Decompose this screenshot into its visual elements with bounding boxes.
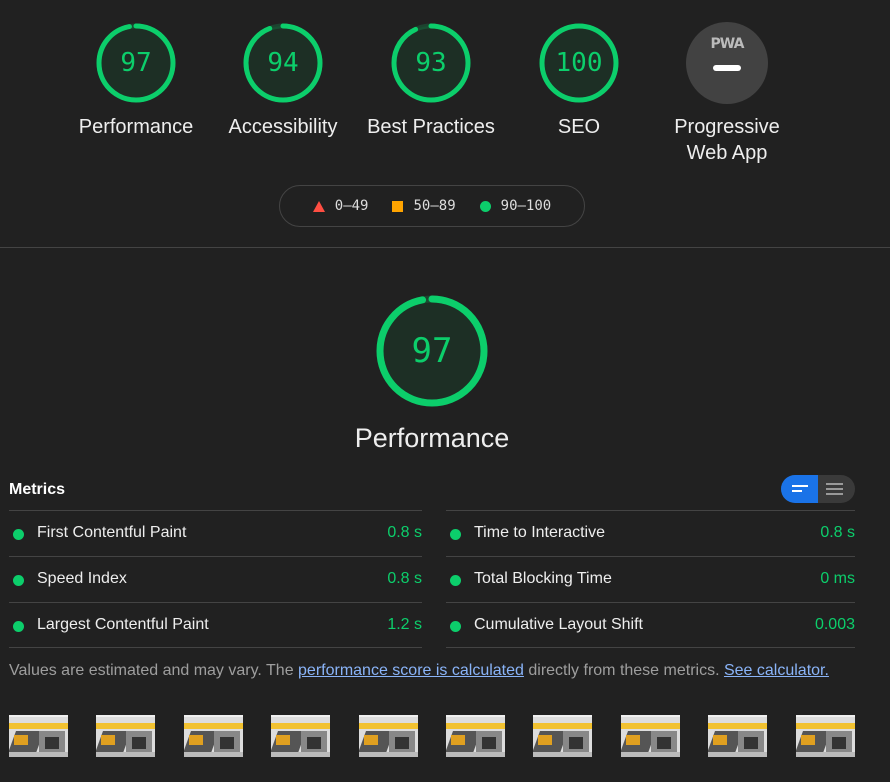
pwa-label-line2: Web App bbox=[686, 142, 768, 164]
metric-name: Time to Interactive bbox=[474, 524, 606, 541]
filmstrip-frame bbox=[96, 715, 156, 757]
metrics-right-column: Time to Interactive 0.8 s Total Blocking… bbox=[446, 510, 855, 648]
legend-average: 50–89 bbox=[392, 198, 456, 214]
filmstrip-frame bbox=[183, 715, 243, 757]
filmstrip-frame bbox=[795, 715, 855, 757]
note-text: Values are estimated and may vary. The bbox=[9, 662, 299, 679]
score-ring: 100 bbox=[538, 22, 620, 104]
legend-average-label: 50–89 bbox=[413, 198, 456, 214]
gauge-score: 100 bbox=[555, 48, 603, 78]
metric-value: 0.8 s bbox=[387, 570, 422, 587]
gauge-score: 94 bbox=[267, 48, 299, 78]
gauge-label: SEO bbox=[557, 116, 601, 138]
filmstrip-frame bbox=[620, 715, 680, 757]
pass-icon bbox=[13, 621, 24, 632]
metric-name: Speed Index bbox=[37, 570, 127, 587]
gauge-label: Best Practices bbox=[367, 116, 495, 138]
main-score-label: Performance bbox=[354, 423, 510, 453]
metric-row: Cumulative Layout Shift 0.003 bbox=[446, 602, 855, 648]
gauge-seo[interactable]: 100 SEO bbox=[509, 22, 649, 140]
metric-name: Total Blocking Time bbox=[474, 570, 612, 587]
metric-value: 0.003 bbox=[814, 616, 855, 633]
gauge-score: 93 bbox=[415, 48, 447, 78]
list-icon bbox=[826, 483, 843, 485]
score-calculated-link[interactable]: performance score is calculated bbox=[298, 662, 524, 679]
gauge-best-practices[interactable]: 93 Best Practices bbox=[361, 22, 501, 140]
circle-icon bbox=[479, 200, 491, 212]
metric-name: Cumulative Layout Shift bbox=[474, 616, 643, 633]
pass-icon bbox=[13, 529, 24, 540]
pwa-label-line1: Progressive bbox=[674, 116, 780, 138]
pwa-badge: PWA bbox=[686, 22, 768, 104]
legend-pass: 90–100 bbox=[479, 198, 552, 214]
metric-row: First Contentful Paint 0.8 s bbox=[9, 510, 422, 556]
filmstrip-frame bbox=[446, 715, 505, 757]
gauge-pwa[interactable]: PWA Progressive Web App bbox=[657, 22, 797, 166]
metrics-view-toggle[interactable] bbox=[781, 475, 855, 503]
pwa-logo-icon: PWA bbox=[710, 36, 745, 52]
lines-icon bbox=[792, 485, 808, 487]
gauge-accessibility[interactable]: 94 Accessibility bbox=[213, 22, 353, 140]
pwa-dash-icon bbox=[713, 65, 741, 71]
score-ring: 93 bbox=[390, 22, 472, 104]
list-icon-part bbox=[826, 493, 843, 495]
gauge-score: 97 bbox=[120, 48, 152, 78]
score-ring: 97 bbox=[95, 22, 177, 104]
metric-row: Total Blocking Time 0 ms bbox=[446, 556, 855, 602]
main-score: 97 bbox=[411, 331, 453, 371]
score-legend: 0–49 50–89 90–100 bbox=[279, 185, 585, 227]
gauge-label: Performance bbox=[78, 116, 194, 138]
main-score-gauge: 97 bbox=[375, 294, 489, 408]
list-icon-part bbox=[826, 488, 843, 490]
compact-view-button[interactable] bbox=[781, 475, 818, 503]
square-icon bbox=[392, 200, 404, 212]
metrics-left-column: First Contentful Paint 0.8 s Speed Index… bbox=[9, 510, 422, 648]
gauge-performance[interactable]: 97 Performance bbox=[66, 22, 206, 140]
lines-icon-part bbox=[792, 490, 802, 492]
metric-row: Largest Contentful Paint 1.2 s bbox=[9, 602, 422, 648]
gauge-label: Progressive Web App bbox=[657, 114, 797, 166]
metrics-note: Values are estimated and may vary. The p… bbox=[9, 662, 829, 680]
filmstrip-frame bbox=[271, 715, 331, 757]
filmstrip-frame bbox=[533, 715, 593, 757]
triangle-icon bbox=[312, 200, 325, 212]
filmstrip-frame bbox=[358, 715, 418, 757]
pass-icon bbox=[450, 575, 461, 586]
see-calculator-link[interactable]: See calculator. bbox=[724, 662, 829, 679]
legend-pass-label: 90–100 bbox=[500, 198, 552, 214]
metric-name: First Contentful Paint bbox=[37, 524, 187, 541]
legend-fail-label: 0–49 bbox=[334, 198, 369, 214]
score-ring: 94 bbox=[242, 22, 324, 104]
note-text: directly from these metrics. bbox=[523, 662, 724, 679]
category-gauges: 97 Performance 94 Accessibility 93 Best … bbox=[0, 0, 890, 248]
metric-row: Speed Index 0.8 s bbox=[9, 556, 422, 602]
metric-value: 1.2 s bbox=[387, 616, 422, 633]
filmstrip-frame bbox=[708, 715, 768, 757]
metric-value: 0.8 s bbox=[820, 524, 855, 541]
pass-icon bbox=[450, 621, 461, 632]
metric-row: Time to Interactive 0.8 s bbox=[446, 510, 855, 556]
pass-icon bbox=[13, 575, 24, 586]
metric-value: 0 ms bbox=[820, 570, 855, 587]
metric-name: Largest Contentful Paint bbox=[37, 616, 209, 633]
metric-value: 0.8 s bbox=[387, 524, 422, 541]
filmstrip-frame bbox=[9, 715, 68, 757]
pass-icon bbox=[450, 529, 461, 540]
legend-fail: 0–49 bbox=[312, 198, 369, 214]
metrics-title: Metrics bbox=[9, 481, 66, 498]
gauge-label: Accessibility bbox=[228, 116, 338, 138]
